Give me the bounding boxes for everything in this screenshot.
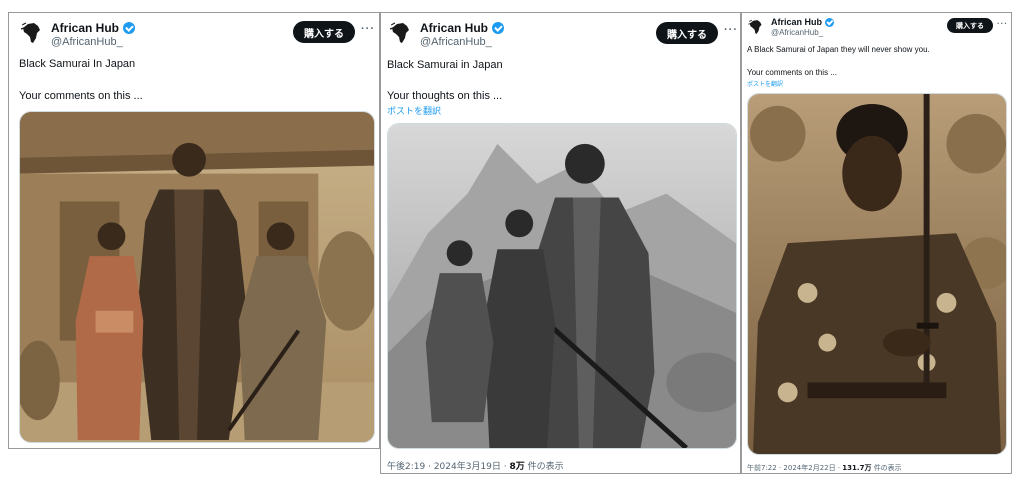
author-handle[interactable]: @AfricanHub_ xyxy=(420,36,492,48)
post-date[interactable]: 2024年2月22日 xyxy=(783,464,835,472)
africa-logo-icon xyxy=(20,22,40,43)
post-card-2: African Hub @AfricanHub_ 購入する ··· Black … xyxy=(380,12,741,474)
author-avatar[interactable] xyxy=(747,18,765,36)
post-image[interactable] xyxy=(19,111,375,443)
translate-post-link[interactable]: ポストを翻訳 xyxy=(387,104,441,117)
post-text-line-1: Black Samurai in Japan xyxy=(387,59,503,71)
post-text-line-2: Your comments on this ... xyxy=(19,90,143,102)
africa-logo-icon xyxy=(389,22,409,43)
buy-button[interactable]: 購入する xyxy=(947,18,993,33)
buy-button[interactable]: 購入する xyxy=(293,21,355,43)
post-time[interactable]: 午後2:19 xyxy=(387,462,425,472)
post-card-1: African Hub @AfricanHub_ 購入する ··· Black … xyxy=(8,12,380,449)
post-meta: 午前7:22 · 2024年2月22日 · 131.7万 件の表示 xyxy=(747,464,902,472)
more-icon[interactable]: ··· xyxy=(724,24,738,36)
post-text-line-2: Your thoughts on this ... xyxy=(387,90,503,102)
africa-logo-icon xyxy=(748,19,762,34)
views-label: 件の表示 xyxy=(527,462,564,472)
translate-post-link[interactable]: ポストを翻訳 xyxy=(747,79,783,88)
buy-button[interactable]: 購入する xyxy=(656,22,718,44)
post-date[interactable]: 2024年3月19日 xyxy=(434,462,501,472)
post-time[interactable]: 午前7:22 xyxy=(747,464,777,472)
verified-badge-icon xyxy=(492,22,505,34)
more-icon[interactable]: ··· xyxy=(361,23,375,35)
author-avatar[interactable] xyxy=(19,20,45,46)
author-avatar[interactable] xyxy=(388,20,414,46)
more-icon[interactable]: ··· xyxy=(997,19,1008,28)
post-image[interactable] xyxy=(387,123,737,449)
post-card-3: African Hub @AfricanHub_ 購入する ··· A Blac… xyxy=(741,12,1012,474)
author-handle[interactable]: @AfricanHub_ xyxy=(51,36,123,48)
samurai-family-photo xyxy=(388,124,736,448)
post-text-line-1: A Black Samurai of Japan they will never… xyxy=(747,45,930,54)
author-name[interactable]: African Hub xyxy=(420,21,505,35)
views-count: 8万 xyxy=(509,462,525,472)
samurai-sword-photo xyxy=(748,94,1006,454)
verified-badge-icon xyxy=(825,17,835,27)
views-label: 件の表示 xyxy=(873,464,902,472)
samurai-family-photo xyxy=(20,112,374,442)
views-count: 131.7万 xyxy=(842,464,872,472)
author-name[interactable]: African Hub xyxy=(771,17,835,27)
post-text-line-1: Black Samurai In Japan xyxy=(19,58,136,70)
author-name[interactable]: African Hub xyxy=(51,21,136,35)
verified-badge-icon xyxy=(123,22,136,34)
post-text-line-2: Your comments on this ... xyxy=(747,68,837,77)
post-image[interactable] xyxy=(747,93,1007,455)
author-handle[interactable]: @AfricanHub_ xyxy=(771,28,823,37)
post-meta: 午後2:19 · 2024年3月19日 · 8万 件の表示 xyxy=(387,462,564,472)
